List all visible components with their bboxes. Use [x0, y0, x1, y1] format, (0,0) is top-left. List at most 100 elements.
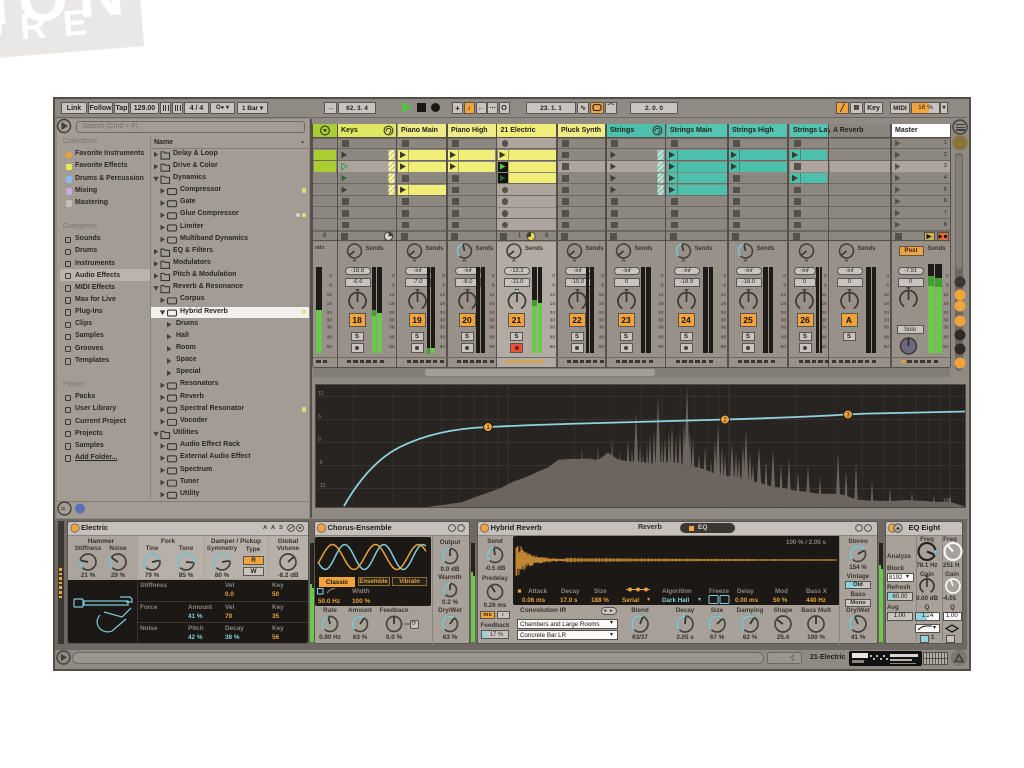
svg-text:30: 30	[781, 317, 787, 323]
svg-text:12: 12	[658, 292, 664, 298]
svg-text:0: 0	[723, 273, 726, 279]
svg-text:18: 18	[884, 301, 890, 307]
svg-text:18: 18	[822, 301, 827, 306]
svg-text:18: 18	[721, 301, 727, 307]
svg-text:0: 0	[661, 273, 664, 279]
svg-text:60: 60	[327, 344, 333, 350]
svg-text:18: 18	[599, 301, 605, 307]
svg-text:60: 60	[658, 344, 664, 350]
svg-text:60: 60	[781, 344, 787, 350]
svg-text:30: 30	[822, 317, 827, 322]
svg-text:36: 36	[440, 325, 446, 331]
svg-text:0: 0	[492, 273, 495, 279]
svg-text:36: 36	[781, 325, 787, 331]
svg-text:-6: -6	[318, 460, 323, 466]
svg-text:48: 48	[658, 335, 664, 341]
svg-text:24: 24	[721, 310, 727, 316]
svg-text:12: 12	[389, 292, 395, 298]
svg-text:60: 60	[550, 344, 556, 350]
svg-text:6: 6	[783, 283, 786, 289]
svg-text:24: 24	[781, 310, 787, 316]
svg-text:48: 48	[550, 335, 556, 341]
svg-text:30: 30	[943, 317, 949, 323]
svg-text:36: 36	[721, 325, 727, 331]
svg-text:12: 12	[884, 292, 890, 298]
svg-text:60: 60	[884, 344, 890, 350]
svg-text:6: 6	[442, 283, 445, 289]
svg-text:18: 18	[489, 301, 495, 307]
svg-text:60: 60	[822, 344, 827, 349]
svg-text:24: 24	[943, 310, 949, 316]
svg-text:48: 48	[599, 335, 605, 341]
svg-text:30: 30	[884, 317, 890, 323]
svg-text:18: 18	[389, 301, 395, 307]
svg-text:12: 12	[822, 292, 827, 297]
svg-text:6: 6	[492, 283, 495, 289]
svg-text:30: 30	[599, 317, 605, 323]
svg-text:18: 18	[781, 301, 787, 307]
svg-text:24: 24	[550, 310, 556, 316]
svg-text:24: 24	[658, 310, 664, 316]
svg-text:24: 24	[440, 310, 446, 316]
svg-text:0: 0	[946, 273, 949, 279]
svg-text:12: 12	[327, 292, 333, 298]
svg-text:6: 6	[661, 283, 664, 289]
svg-text:24: 24	[327, 310, 333, 316]
svg-text:6: 6	[723, 283, 726, 289]
svg-text:24: 24	[489, 310, 495, 316]
svg-text:48: 48	[943, 335, 949, 341]
svg-text:0: 0	[442, 273, 445, 279]
svg-text:36: 36	[489, 325, 495, 331]
svg-text:60: 60	[599, 344, 605, 350]
svg-text:48: 48	[327, 335, 333, 341]
svg-text:30: 30	[721, 317, 727, 323]
svg-text:0: 0	[824, 273, 827, 278]
svg-text:60: 60	[721, 344, 727, 350]
svg-text:6: 6	[318, 414, 321, 420]
svg-text:12: 12	[489, 292, 495, 298]
svg-text:12: 12	[943, 292, 949, 298]
svg-text:12: 12	[721, 292, 727, 298]
svg-text:0: 0	[783, 273, 786, 279]
svg-text:24: 24	[599, 310, 605, 316]
svg-text:24: 24	[389, 310, 395, 316]
svg-text:30: 30	[327, 317, 333, 323]
svg-text:30: 30	[550, 317, 556, 323]
svg-text:12: 12	[781, 292, 787, 298]
svg-text:60: 60	[489, 344, 495, 350]
svg-text:12: 12	[318, 391, 324, 397]
svg-text:12: 12	[550, 292, 556, 298]
svg-text:36: 36	[658, 325, 664, 331]
svg-text:18: 18	[327, 301, 333, 307]
svg-text:36: 36	[943, 325, 949, 331]
svg-text:30: 30	[389, 317, 395, 323]
svg-text:30: 30	[658, 317, 664, 323]
svg-text:6: 6	[946, 283, 949, 289]
svg-text:0: 0	[886, 273, 889, 279]
svg-text:36: 36	[599, 325, 605, 331]
svg-text:48: 48	[489, 335, 495, 341]
svg-text:6: 6	[392, 283, 395, 289]
svg-text:48: 48	[781, 335, 787, 341]
svg-text:0: 0	[601, 273, 604, 279]
svg-text:18: 18	[658, 301, 664, 307]
svg-text:-12: -12	[318, 483, 326, 489]
svg-text:36: 36	[884, 325, 890, 331]
svg-text:60: 60	[389, 344, 395, 350]
svg-text:60: 60	[943, 344, 949, 350]
svg-text:48: 48	[884, 335, 890, 341]
svg-text:36: 36	[822, 325, 827, 330]
svg-text:36: 36	[389, 325, 395, 331]
svg-text:18: 18	[943, 301, 949, 307]
svg-text:30: 30	[489, 317, 495, 323]
svg-text:48: 48	[389, 335, 395, 341]
svg-text:nds: nds	[315, 245, 324, 251]
svg-text:18: 18	[440, 301, 446, 307]
svg-text:36: 36	[550, 325, 556, 331]
svg-text:6: 6	[601, 283, 604, 289]
svg-text:48: 48	[721, 335, 727, 341]
svg-text:48: 48	[440, 335, 446, 341]
svg-text:48: 48	[822, 335, 827, 340]
svg-text:24: 24	[822, 310, 827, 315]
svg-text:24: 24	[884, 310, 890, 316]
